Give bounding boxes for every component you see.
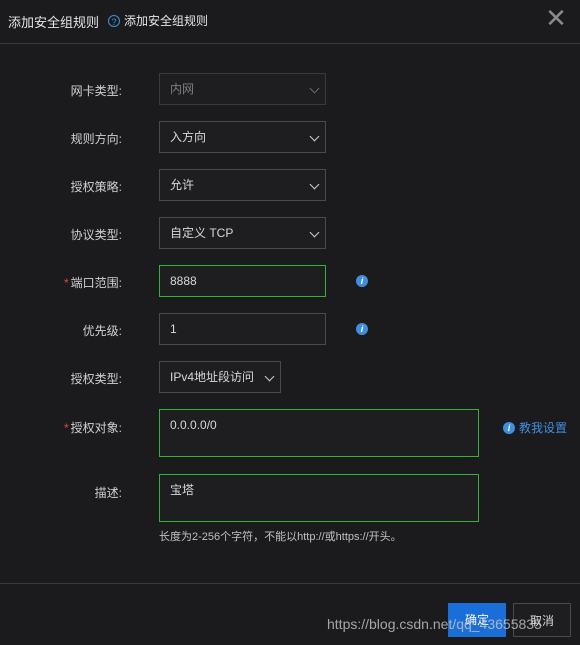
priority-input[interactable]: 1	[159, 313, 326, 345]
help-link-label: 添加安全组规则	[124, 14, 209, 28]
dialog-title: 添加安全组规则	[8, 15, 100, 30]
nic-type-label: 网卡类型:	[70, 84, 122, 98]
description-hint: 长度为2-256个字符，不能以http://或https://开头。	[159, 531, 402, 543]
footer-divider	[0, 583, 580, 584]
auth-object-textarea[interactable]: 0.0.0.0/0	[159, 409, 479, 457]
info-icon[interactable]: i	[356, 275, 368, 287]
nic-type-value: 内网	[170, 82, 195, 96]
port-range-input[interactable]: 8888	[159, 265, 326, 297]
required-marker: *	[63, 276, 69, 290]
auth-object-label: * 授权对象:	[63, 421, 122, 435]
help-link[interactable]: ? 添加安全组规则	[108, 12, 208, 29]
priority-label: 优先级:	[82, 324, 122, 338]
direction-select[interactable]: 入方向	[159, 121, 326, 153]
chevron-down-icon	[309, 83, 320, 94]
direction-value: 入方向	[170, 130, 207, 144]
port-range-label: * 端口范围:	[63, 276, 122, 290]
auth-object-value: 0.0.0.0/0	[170, 418, 217, 432]
chevron-down-icon	[309, 179, 320, 190]
dialog-header: 添加安全组规则 ? 添加安全组规则 ✕	[0, 0, 580, 44]
chevron-down-icon	[264, 371, 275, 382]
question-icon: ?	[108, 14, 120, 27]
watermark: https://blog.csdn.net/qq_43655835	[327, 616, 542, 632]
auth-type-select[interactable]: IPv4地址段访问	[159, 361, 281, 393]
description-textarea[interactable]: 宝塔	[159, 474, 479, 522]
policy-value: 允许	[170, 178, 195, 192]
protocol-label: 协议类型:	[70, 228, 122, 242]
info-icon[interactable]: i	[356, 323, 368, 335]
priority-value: 1	[170, 322, 177, 336]
protocol-value: 自定义 TCP	[170, 226, 234, 240]
description-value: 宝塔	[170, 483, 195, 497]
policy-label: 授权策略:	[70, 180, 122, 194]
chevron-down-icon	[309, 131, 320, 142]
port-range-value: 8888	[170, 274, 197, 288]
auth-type-value: IPv4地址段访问	[170, 370, 255, 384]
policy-select[interactable]: 允许	[159, 169, 326, 201]
chevron-down-icon	[309, 227, 320, 238]
description-label: 描述:	[94, 486, 122, 500]
info-icon: i	[503, 421, 515, 434]
nic-type-select: 内网	[159, 73, 326, 105]
protocol-select[interactable]: 自定义 TCP	[159, 217, 326, 249]
required-marker: *	[63, 421, 69, 435]
auth-type-label: 授权类型:	[70, 372, 122, 386]
direction-label: 规则方向:	[70, 132, 122, 146]
guide-link[interactable]: i 教我设置	[503, 419, 567, 436]
guide-link-label: 教我设置	[519, 421, 568, 435]
close-icon[interactable]: ✕	[544, 5, 568, 31]
